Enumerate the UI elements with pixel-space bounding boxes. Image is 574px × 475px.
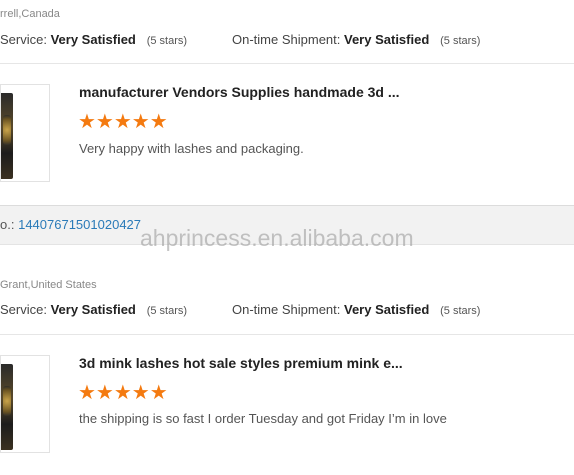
shipment-rating-row: On-time Shipment: Very Satisfied (5 star… — [232, 32, 480, 47]
service-label: Service: — [0, 302, 47, 317]
shipment-value: Very Satisfied — [344, 302, 430, 317]
site-watermark: ahprincess.en.alibaba.com — [140, 225, 414, 251]
divider — [0, 63, 574, 64]
reviewer-location: rrell,Canada — [0, 8, 60, 20]
order-number-link[interactable]: 1440767150102042​7 — [18, 217, 141, 232]
order-number-label: o.: — [0, 217, 15, 232]
rating-row: Service: Very Satisfied (5 stars) — [0, 302, 187, 317]
shipment-stars-count: (5 stars) — [440, 305, 481, 317]
order-number-row: o.: 1440767150102042​7 — [0, 217, 141, 232]
product-thumbnail[interactable] — [0, 84, 50, 182]
service-value: Very Satisfied — [50, 302, 136, 317]
product-image-detail — [3, 386, 11, 416]
product-title-link[interactable]: 3d mink lashes hot sale styles premium m… — [79, 355, 403, 371]
service-stars-count: (5 stars) — [146, 305, 188, 317]
product-title-link[interactable]: manufacturer Vendors Supplies handmade 3… — [79, 84, 400, 100]
rating-row: Service: Very Satisfied (5 stars) — [0, 32, 187, 47]
shipment-rating-row: On-time Shipment: Very Satisfied (5 star… — [232, 302, 480, 317]
shipment-value: Very Satisfied — [344, 32, 430, 47]
reviewer-location: Grant,United States — [0, 279, 97, 291]
star-rating: ★★★★★ — [78, 111, 168, 133]
service-value: Very Satisfied — [50, 32, 136, 47]
shipment-label: On-time Shipment: — [232, 302, 341, 317]
star-rating: ★★★★★ — [78, 382, 168, 404]
service-stars-count: (5 stars) — [146, 35, 188, 47]
review-comment: Very happy with lashes and packaging. — [79, 141, 304, 156]
shipment-stars-count: (5 stars) — [440, 35, 481, 47]
service-label: Service: — [0, 32, 47, 47]
review-comment: the shipping is so fast I order Tuesday … — [79, 411, 447, 426]
product-image-detail — [3, 115, 11, 145]
shipment-label: On-time Shipment: — [232, 32, 341, 47]
product-thumbnail[interactable] — [0, 355, 50, 453]
divider — [0, 334, 574, 335]
